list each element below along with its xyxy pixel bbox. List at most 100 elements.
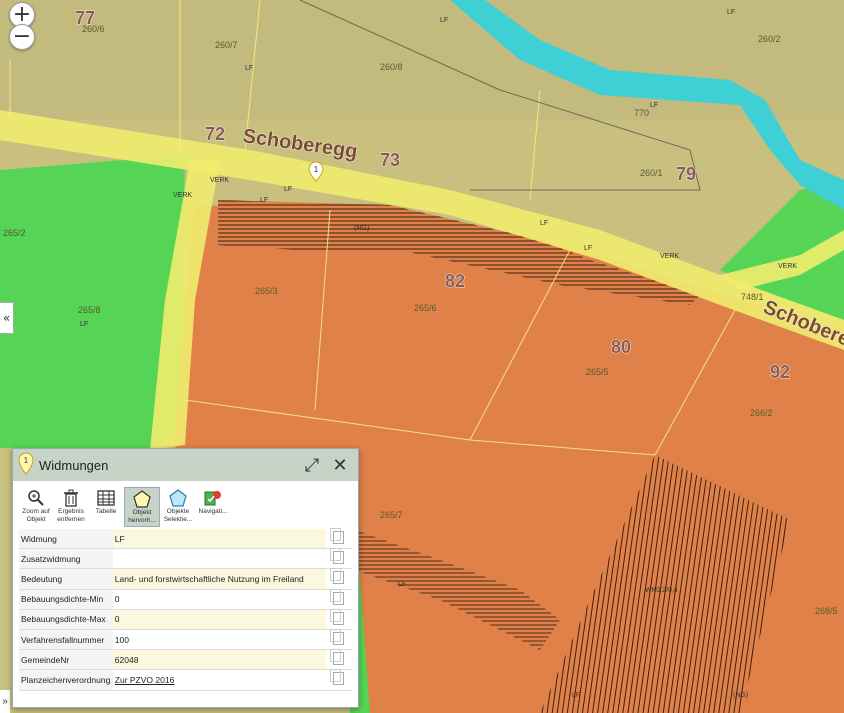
zone-label: LF	[440, 17, 448, 24]
pentagon-select-icon	[169, 489, 187, 507]
zone-label: LF	[284, 186, 292, 193]
attribute-key: Zusatzwidmung	[19, 548, 113, 570]
highlight-object-button[interactable]: Objekt hervorh...	[124, 487, 160, 527]
zone-label: LF	[245, 65, 253, 72]
table-icon	[97, 490, 115, 506]
attribute-table: Widmung LF Zusatzwidmung Bedeutung Land- und…	[19, 528, 352, 691]
parcel-label: 260/2	[758, 34, 781, 44]
parcel-label: 265/8	[78, 305, 101, 315]
expand-icon[interactable]: ⤢	[302, 455, 322, 476]
house-number: 79	[676, 164, 696, 184]
copy-button[interactable]	[325, 568, 352, 590]
copy-icon	[330, 669, 345, 686]
zone-label: LF	[572, 692, 580, 699]
marker-icon: 1	[18, 452, 34, 475]
attribute-key: GemeindeNr	[19, 649, 113, 671]
svg-text:1: 1	[314, 165, 319, 174]
tool-label: Navigati...	[198, 508, 228, 515]
zoom-icon	[28, 490, 44, 506]
attribute-row: Verfahrensfallnummer 100	[19, 629, 352, 651]
copy-button[interactable]	[325, 649, 352, 671]
attribute-key: Bebauungsdichte-Max	[19, 609, 113, 630]
attribute-key: Planzeichenverordnung	[19, 669, 113, 691]
attribute-value: Land- und forstwirtschaftliche Nutzung i…	[112, 568, 326, 590]
copy-icon	[330, 649, 345, 666]
zone-label: LF	[650, 102, 658, 109]
parcel-label: 260/8	[380, 62, 403, 72]
zone-label: LF	[398, 581, 406, 588]
attribute-value: 0	[112, 589, 326, 610]
zone-label: LF	[584, 245, 592, 252]
parcel-label: 266/2	[750, 408, 773, 418]
attribute-row: Bebauungsdichte-Min 0	[19, 588, 352, 610]
house-number: 82	[445, 271, 465, 291]
attribute-key: Verfahrensfallnummer	[19, 629, 113, 651]
zone-label: LF	[260, 197, 268, 204]
attribute-row: Zusatzwidmung	[19, 548, 352, 570]
house-number: 92	[770, 362, 790, 382]
expand-panel-button[interactable]: »	[0, 690, 10, 713]
parcel-label: 265/5	[586, 367, 609, 377]
attribute-value: 0	[112, 609, 326, 630]
attribute-key: Widmung	[19, 529, 113, 550]
navigation-icon	[204, 491, 221, 506]
remove-result-button[interactable]: Ergebnis entfernen	[54, 487, 88, 527]
house-number: 73	[380, 150, 400, 170]
zoom-to-object-button[interactable]: Zoom auf Objekt	[19, 487, 53, 527]
parcel-label: 260/7	[215, 40, 238, 50]
zone-label: LF	[727, 9, 735, 16]
copy-button[interactable]	[325, 528, 352, 550]
zone-label: VERK	[173, 192, 192, 199]
feature-info-panel: 1 Widmungen ⤢ ✕ Zoom auf Objekt Ergebnis…	[12, 448, 359, 708]
attribute-key: Bedeutung	[19, 568, 113, 590]
table-button[interactable]: Tabelle	[89, 487, 123, 527]
copy-icon	[330, 608, 345, 625]
pzvo-link[interactable]: Zur PZVO 2016	[112, 669, 326, 691]
zone-label: VERK	[778, 263, 797, 270]
attribute-key: Bebauungsdichte-Min	[19, 589, 113, 610]
tool-label: Objekte Selektie...	[163, 508, 193, 523]
collapse-sidebar-button[interactable]: «	[0, 302, 14, 334]
copy-button[interactable]	[325, 629, 352, 651]
parcel-label: 265/3	[255, 286, 278, 296]
tool-label: Objekt hervorh...	[128, 509, 156, 524]
attribute-row: Bedeutung Land- und forstwirtschaftliche …	[19, 568, 352, 590]
panel-header: 1 Widmungen ⤢ ✕	[13, 449, 358, 481]
parcel-label: 265/7	[380, 510, 403, 520]
close-icon[interactable]: ✕	[330, 455, 350, 476]
attribute-value: 62048	[112, 649, 326, 671]
navigation-button[interactable]: Navigati...	[196, 487, 230, 527]
panel-toolbar: Zoom auf Objekt Ergebnis entfernen Tabel…	[13, 481, 358, 527]
zone-label: VERK	[660, 253, 679, 260]
parcel-label: 748/1	[741, 292, 764, 302]
copy-button[interactable]	[325, 669, 352, 691]
copy-button[interactable]	[325, 588, 352, 610]
attribute-value: 100	[112, 629, 326, 651]
attribute-row: GemeindeNr 62048	[19, 649, 352, 671]
copy-button[interactable]	[325, 608, 352, 630]
house-number: 72	[205, 124, 225, 144]
attribute-row: Widmung LF	[19, 528, 352, 550]
house-number: 80	[611, 337, 631, 357]
attribute-value: LF	[112, 529, 326, 550]
zone-label: LF	[540, 220, 548, 227]
zoom-out-button[interactable]: −	[9, 24, 35, 50]
copy-icon	[330, 629, 345, 646]
tool-label: Zoom auf Objekt	[22, 508, 50, 523]
attribute-value	[112, 548, 326, 570]
zone-label: LF	[80, 321, 88, 328]
attribute-row: Planzeichenverordnung Zur PZVO 2016	[19, 669, 352, 691]
parcel-label: 265/2	[3, 228, 26, 238]
pentagon-icon	[133, 490, 151, 508]
zone-label: (NG)	[733, 692, 748, 699]
parcel-label: 265/6	[414, 303, 437, 313]
select-objects-button[interactable]: Objekte Selektie...	[161, 487, 195, 527]
trash-icon	[64, 489, 78, 507]
copy-button[interactable]	[325, 548, 352, 570]
parcel-label: 260/1	[640, 168, 663, 178]
tool-label: Ergebnis entfernen	[57, 508, 85, 523]
copy-icon	[330, 528, 345, 545]
copy-icon	[330, 588, 345, 605]
attribute-row: Bebauungsdichte-Max 0	[19, 608, 352, 630]
tool-label: Tabelle	[95, 508, 117, 515]
